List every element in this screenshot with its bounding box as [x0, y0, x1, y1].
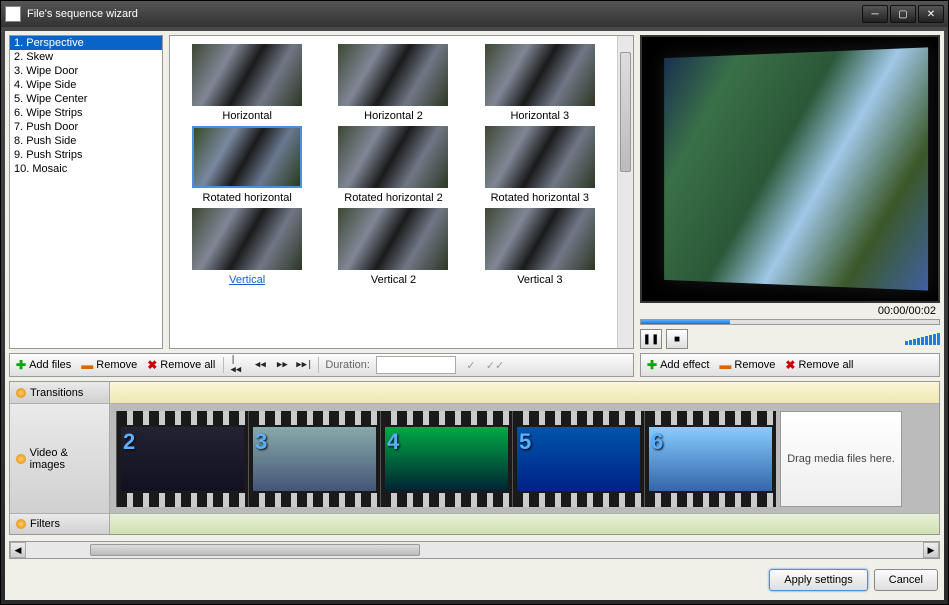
- maximize-button[interactable]: ▢: [890, 5, 916, 23]
- add-effect-button[interactable]: ✚Add effect: [645, 357, 711, 373]
- category-item[interactable]: 7. Push Door: [10, 120, 162, 134]
- preview-progress[interactable]: [640, 319, 940, 325]
- window-title: File's sequence wizard: [27, 8, 862, 20]
- effects-toolbar: ✚Add effect ▬Remove ✖Remove all: [640, 353, 940, 377]
- transition-thumb[interactable]: Horizontal: [178, 44, 316, 122]
- category-item[interactable]: 9. Push Strips: [10, 148, 162, 162]
- remove-all-effects-button[interactable]: ✖Remove all: [783, 357, 855, 373]
- volume-indicator[interactable]: [905, 333, 940, 345]
- video-track-label: Video & images: [10, 404, 110, 513]
- content: 1. Perspective 2. Skew 3. Wipe Door 4. W…: [5, 31, 944, 600]
- category-item[interactable]: 5. Wipe Center: [10, 92, 162, 106]
- filters-track-label: Filters: [10, 514, 110, 534]
- window: File's sequence wizard ─ ▢ ✕ 1. Perspect…: [0, 0, 949, 605]
- transition-thumb[interactable]: Vertical 3: [471, 208, 609, 286]
- clip[interactable]: 2: [116, 411, 248, 507]
- last-button[interactable]: ▶▶|: [296, 357, 312, 373]
- preview-time: 00:00/00:02: [640, 303, 940, 319]
- dropzone[interactable]: Drag media files here.: [780, 411, 902, 507]
- category-item[interactable]: 2. Skew: [10, 50, 162, 64]
- apply-settings-button[interactable]: Apply settings: [769, 569, 867, 591]
- plus-icon: ✚: [16, 358, 26, 372]
- transition-thumb[interactable]: Rotated horizontal: [178, 126, 316, 204]
- filters-track[interactable]: [110, 514, 939, 534]
- preview-image: [664, 47, 928, 291]
- preview-pane: 00:00/00:02 ❚❚ ■: [640, 35, 940, 349]
- transition-thumb[interactable]: Vertical 2: [324, 208, 462, 286]
- track-icon: [16, 519, 26, 529]
- files-toolbar: ✚Add files ▬Remove ✖Remove all |◀◀ ◀◀ ▶▶…: [9, 353, 634, 377]
- track-icon: [16, 388, 26, 398]
- transition-thumb[interactable]: Vertical: [178, 208, 316, 286]
- video-track[interactable]: 2 3 4 5 6 Drag media files here.: [110, 404, 939, 513]
- duration-label: Duration:: [325, 359, 370, 371]
- category-item[interactable]: 1. Perspective: [10, 36, 162, 50]
- app-icon: [5, 6, 21, 22]
- transition-thumb[interactable]: Horizontal 2: [324, 44, 462, 122]
- pause-button[interactable]: ❚❚: [640, 329, 662, 349]
- transitions-track[interactable]: [110, 382, 939, 403]
- transition-gallery: Horizontal Horizontal 2 Horizontal 3 Rot…: [169, 35, 634, 349]
- prev-button[interactable]: ◀◀: [252, 357, 268, 373]
- track-icon: [16, 454, 26, 464]
- preview-screen: [640, 35, 940, 303]
- clip[interactable]: 5: [512, 411, 644, 507]
- scrollbar-handle[interactable]: [620, 52, 631, 172]
- minimize-button[interactable]: ─: [862, 5, 888, 23]
- first-button[interactable]: |◀◀: [230, 357, 246, 373]
- scrollbar-handle[interactable]: [90, 544, 420, 556]
- category-list[interactable]: 1. Perspective 2. Skew 3. Wipe Door 4. W…: [9, 35, 163, 349]
- close-button[interactable]: ✕: [918, 5, 944, 23]
- minus-icon: ▬: [719, 358, 731, 372]
- gallery-scrollbar[interactable]: [617, 36, 633, 348]
- remove-button[interactable]: ▬Remove: [79, 357, 139, 373]
- timeline-scrollbar[interactable]: ◀ ▶: [9, 541, 940, 559]
- transitions-track-label: Transitions: [10, 382, 110, 403]
- scroll-left-button[interactable]: ◀: [10, 542, 26, 558]
- clip[interactable]: 4: [380, 411, 512, 507]
- category-item[interactable]: 4. Wipe Side: [10, 78, 162, 92]
- timeline: Transitions Video & images 2 3 4 5 6 Dra…: [9, 381, 940, 535]
- clip[interactable]: 3: [248, 411, 380, 507]
- apply-all-duration-icon[interactable]: ✓✓: [486, 356, 504, 374]
- category-item[interactable]: 6. Wipe Strips: [10, 106, 162, 120]
- duration-input[interactable]: [376, 356, 456, 374]
- category-item[interactable]: 10. Mosaic: [10, 162, 162, 176]
- transition-thumb[interactable]: Rotated horizontal 3: [471, 126, 609, 204]
- remove-effect-button[interactable]: ▬Remove: [717, 357, 777, 373]
- apply-duration-icon[interactable]: ✓: [462, 356, 480, 374]
- scroll-right-button[interactable]: ▶: [923, 542, 939, 558]
- minus-icon: ▬: [81, 358, 93, 372]
- x-icon: ✖: [147, 358, 157, 372]
- titlebar: File's sequence wizard ─ ▢ ✕: [1, 1, 948, 27]
- x-icon: ✖: [785, 358, 795, 372]
- plus-icon: ✚: [647, 358, 657, 372]
- stop-button[interactable]: ■: [666, 329, 688, 349]
- add-files-button[interactable]: ✚Add files: [14, 357, 73, 373]
- transition-thumb[interactable]: Rotated horizontal 2: [324, 126, 462, 204]
- clip[interactable]: 6: [644, 411, 776, 507]
- category-item[interactable]: 8. Push Side: [10, 134, 162, 148]
- remove-all-button[interactable]: ✖Remove all: [145, 357, 217, 373]
- next-button[interactable]: ▶▶: [274, 357, 290, 373]
- cancel-button[interactable]: Cancel: [874, 569, 938, 591]
- transition-thumb[interactable]: Horizontal 3: [471, 44, 609, 122]
- category-item[interactable]: 3. Wipe Door: [10, 64, 162, 78]
